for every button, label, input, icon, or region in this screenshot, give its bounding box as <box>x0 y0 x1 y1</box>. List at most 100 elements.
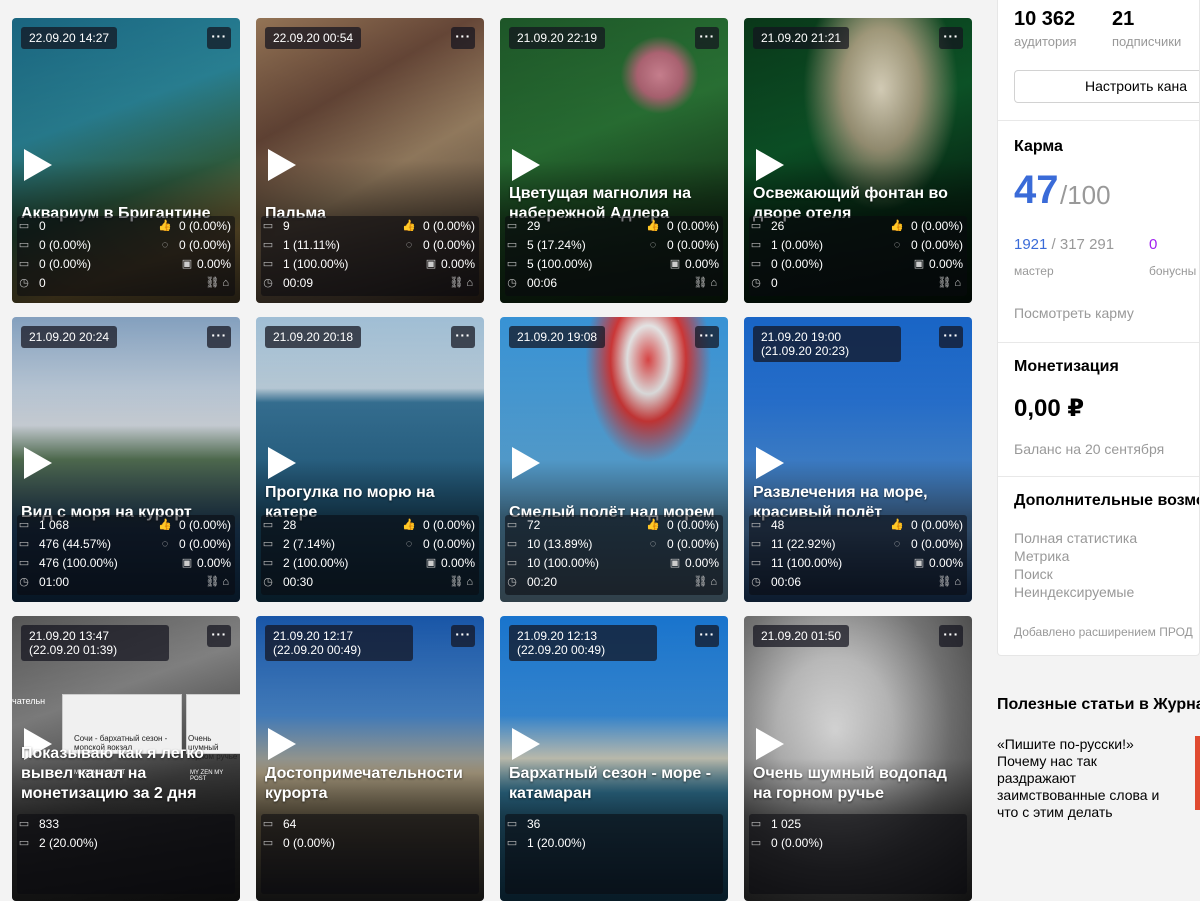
ctr-icon: ▣ <box>669 258 681 270</box>
stat-likes: 0 (0.00%) <box>422 518 475 532</box>
extra-unindexed[interactable]: Неиндексируемые <box>1014 584 1134 600</box>
more-menu-button[interactable]: ··· <box>207 625 231 647</box>
like-icon: 👍 <box>402 519 416 531</box>
publication-card[interactable]: 22.09.20 00:54 ··· Пальма ▭ 9 👍 0 (0.00%) ▭ 1 (1… <box>256 18 484 303</box>
stat-icon: ▭ <box>506 239 518 251</box>
stat-likes: 0 (0.00%) <box>910 518 963 532</box>
link-tag-icons[interactable]: ⛓ ⌂ <box>937 573 961 592</box>
stat-icon: ▭ <box>750 519 762 531</box>
extra-metrika[interactable]: Метрика <box>1014 548 1069 564</box>
publish-date: 22.09.20 00:54 <box>265 27 362 49</box>
publication-card[interactable]: 21.09.20 20:18 ··· Прогулка по морю на кат… <box>256 317 484 602</box>
play-icon[interactable] <box>512 149 540 181</box>
more-menu-button[interactable]: ··· <box>207 27 231 49</box>
view-karma-link[interactable]: Посмотреть карму <box>1014 305 1134 321</box>
article-link[interactable]: «Пишите по-русски!» Почему нас так раздр… <box>997 736 1177 821</box>
stat-icon: ▭ <box>750 818 762 830</box>
stat-finish: 1 (100.00%) <box>283 257 349 271</box>
play-icon[interactable] <box>512 728 540 760</box>
play-icon[interactable] <box>756 149 784 181</box>
more-menu-button[interactable]: ··· <box>695 27 719 49</box>
subscribers-value: 21 <box>1112 8 1135 30</box>
stat-views: 833 <box>39 817 60 831</box>
monetization-title: Монетизация <box>1014 358 1119 375</box>
more-menu-button[interactable]: ··· <box>695 625 719 647</box>
stat-icon: ▭ <box>262 258 274 270</box>
stat-views: 48 <box>771 518 785 532</box>
play-icon[interactable] <box>756 447 784 479</box>
card-title[interactable]: Бархатный сезон - море - катамаран <box>509 764 720 804</box>
link-tag-icons[interactable]: ⛓ ⌂ <box>693 274 717 293</box>
comment-icon: ◌ <box>893 239 901 251</box>
master-label: мастер <box>1014 264 1054 278</box>
more-menu-button[interactable]: ··· <box>939 625 963 647</box>
stat-comments: 0 (0.00%) <box>422 238 475 252</box>
publish-date: 21.09.20 20:18 <box>265 326 362 348</box>
comment-icon: ◌ <box>649 239 657 251</box>
stat-icon: ▭ <box>750 239 762 251</box>
stat-icon: ▭ <box>262 837 274 849</box>
more-menu-button[interactable]: ··· <box>695 326 719 348</box>
like-icon: 👍 <box>646 220 660 232</box>
link-tag-icons[interactable]: ⛓ ⌂ <box>937 274 961 293</box>
stat-finish: 11 (100.00%) <box>771 556 843 570</box>
article-thumbnail[interactable] <box>1195 736 1200 810</box>
publication-card[interactable]: 22.09.20 14:27 ··· Аквариум в Бригантине ▭ 0… <box>12 18 240 303</box>
karma-max: /100 <box>1060 180 1111 210</box>
publication-card[interactable]: 21.09.20 21:21 ··· Освежающий фонтан во дв… <box>744 18 972 303</box>
more-menu-button[interactable]: ··· <box>939 27 963 49</box>
link-tag-icons[interactable]: ⛓ ⌂ <box>205 274 229 293</box>
link-tag-icons[interactable]: ⛓ ⌂ <box>449 274 473 293</box>
divider <box>998 342 1199 343</box>
extra-features-title: Дополнительные возмо <box>1014 492 1200 509</box>
publication-card[interactable]: 21.09.20 19:00 (21.09.20 20:23) ··· Развле… <box>744 317 972 602</box>
publication-card[interactable]: 21.09.20 12:13 (22.09.20 00:49) ··· Бархат… <box>500 616 728 901</box>
link-tag-icons[interactable]: ⛓ ⌂ <box>449 573 473 592</box>
publication-card[interactable]: Сочи - бархатный сезон - морской вокзал О… <box>12 616 240 901</box>
more-menu-button[interactable]: ··· <box>451 27 475 49</box>
stat-views: 64 <box>283 817 297 831</box>
play-icon[interactable] <box>24 447 52 479</box>
comment-icon: ◌ <box>405 239 413 251</box>
card-title[interactable]: Достопримечательности курорта <box>265 764 476 804</box>
card-stats: ▭ 28 👍 0 (0.00%) ▭ 2 (7.14%) ◌ 0 (0.00%) ▭ 2 (100… <box>261 515 479 595</box>
card-stats: ▭ 72 👍 0 (0.00%) ▭ 10 (13.89%) ◌ 0 (0.00%) ▭ 10 (… <box>505 515 723 595</box>
stat-ctr: 0.00% <box>196 556 231 570</box>
stat-icon: ▭ <box>506 258 518 270</box>
card-stats: ▭ 64 ▭ 0 (0.00%) <box>261 814 479 894</box>
publication-card[interactable]: 21.09.20 12:17 (22.09.20 00:49) ··· Достоп… <box>256 616 484 901</box>
card-title[interactable]: Очень шумный водопад на горном ручье <box>753 764 964 804</box>
link-tag-icons[interactable]: ⛓ ⌂ <box>205 573 229 592</box>
extra-search[interactable]: Поиск <box>1014 566 1053 582</box>
stat-icon: ▭ <box>506 837 518 849</box>
play-icon[interactable] <box>24 149 52 181</box>
publication-card[interactable]: 21.09.20 22:19 ··· Цветущая магнолия на на… <box>500 18 728 303</box>
publication-card[interactable]: 21.09.20 20:24 ··· Вид с моря на курорт ▭ 1 … <box>12 317 240 602</box>
setup-channel-button[interactable]: Настроить кана <box>1014 70 1199 103</box>
play-icon[interactable] <box>756 728 784 760</box>
stat-ctr: 0.00% <box>928 257 963 271</box>
stat-time: 00:20 <box>527 575 558 589</box>
play-icon[interactable] <box>268 728 296 760</box>
subscribers-label: подписчики <box>1112 34 1182 49</box>
link-tag-icons[interactable]: ⛓ ⌂ <box>693 573 717 592</box>
stat-reads: 5 (17.24%) <box>527 238 586 252</box>
play-icon[interactable] <box>268 447 296 479</box>
publish-date: 21.09.20 20:24 <box>21 326 118 348</box>
card-stats: ▭ 833 ▭ 2 (20.00%) <box>17 814 235 894</box>
stat-views: 9 <box>283 219 290 233</box>
publication-card[interactable]: 21.09.20 01:50 ··· Очень шумный водопад на… <box>744 616 972 901</box>
stat-views: 0 <box>39 219 46 233</box>
audience-label: аудитория <box>1014 34 1077 49</box>
stat-reads: 0 (0.00%) <box>39 238 92 252</box>
more-menu-button[interactable]: ··· <box>939 326 963 348</box>
extra-full-stats[interactable]: Полная статистика <box>1014 530 1137 546</box>
play-icon[interactable] <box>512 447 540 479</box>
more-menu-button[interactable]: ··· <box>451 625 475 647</box>
stat-icon: ▭ <box>262 519 274 531</box>
publication-card[interactable]: 21.09.20 19:08 ··· Смелый полёт над морем ▭… <box>500 317 728 602</box>
more-menu-button[interactable]: ··· <box>207 326 231 348</box>
card-title[interactable]: Показываю как я легко вывел канал на мон… <box>21 744 232 804</box>
more-menu-button[interactable]: ··· <box>451 326 475 348</box>
play-icon[interactable] <box>268 149 296 181</box>
